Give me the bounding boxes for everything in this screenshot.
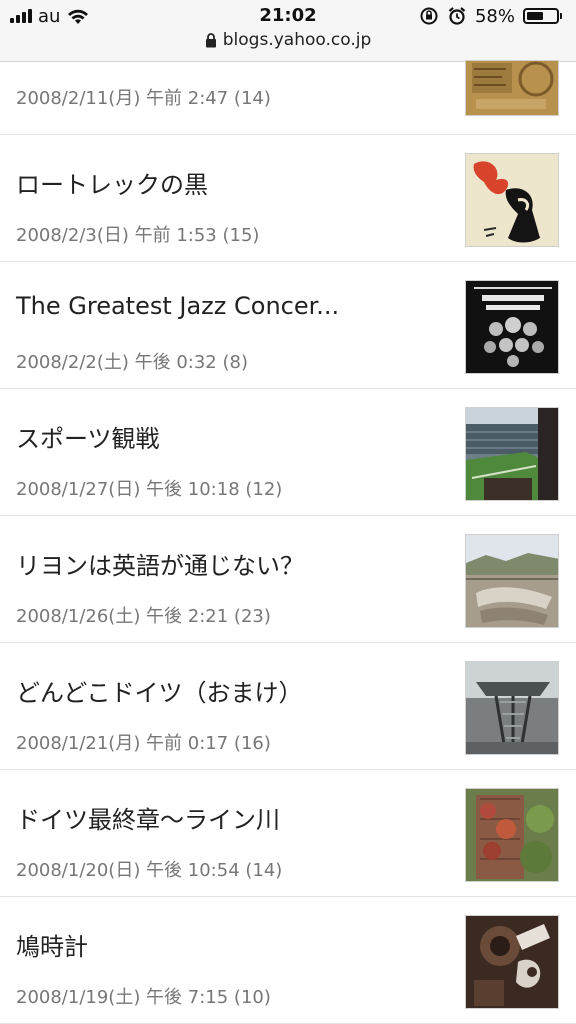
blog-post-list: 2008/2/11(月) 午前 2:47 (14) ロートレックの黒 2008/… [0, 60, 576, 1024]
lock-icon [205, 32, 216, 47]
list-item[interactable]: The Greatest Jazz Concer... 2008/2/2(土) … [0, 262, 576, 389]
list-item[interactable]: ドイツ最終章〜ライン川 2008/1/20(日) 午後 10:54 (14) [0, 770, 576, 897]
post-title: スポーツ観戦 [16, 425, 160, 453]
address-bar[interactable]: blogs.yahoo.co.jp [0, 30, 576, 50]
battery-icon [523, 8, 562, 24]
post-meta: 2008/2/11(月) 午前 2:47 (14) [16, 88, 271, 109]
battery-level [527, 12, 543, 20]
list-item[interactable]: 鳩時計 2008/1/19(土) 午後 7:15 (10) [0, 897, 576, 1024]
post-title: リヨンは英語が通じない？ [16, 552, 304, 580]
post-thumbnail[interactable] [465, 60, 559, 116]
post-meta: 2008/1/21(月) 午前 0:17 (16) [16, 733, 271, 754]
post-meta: 2008/1/19(土) 午後 7:15 (10) [16, 987, 271, 1008]
list-item[interactable]: リヨンは英語が通じない？ 2008/1/26(土) 午後 2:21 (23) [0, 516, 576, 643]
post-title: 鳩時計 [16, 933, 88, 961]
post-thumbnail[interactable] [465, 915, 559, 1009]
list-item[interactable]: 2008/2/11(月) 午前 2:47 (14) [0, 60, 576, 135]
url-text: blogs.yahoo.co.jp [222, 30, 372, 50]
post-title: ドイツ最終章〜ライン川 [16, 806, 280, 834]
post-thumbnail[interactable] [465, 788, 559, 882]
rotation-lock-icon [420, 7, 438, 25]
list-item[interactable]: スポーツ観戦 2008/1/27(日) 午後 10:18 (12) [0, 389, 576, 516]
post-thumbnail[interactable] [465, 407, 559, 501]
post-title: ロートレックの黒 [16, 171, 208, 199]
post-meta: 2008/1/27(日) 午後 10:18 (12) [16, 479, 283, 500]
post-meta: 2008/1/20(日) 午後 10:54 (14) [16, 860, 283, 881]
post-thumbnail[interactable] [465, 534, 559, 628]
post-meta: 2008/2/2(土) 午後 0:32 (8) [16, 352, 248, 373]
alarm-icon [448, 7, 466, 25]
battery-percent: 58% [474, 5, 515, 27]
post-meta: 2008/1/26(土) 午後 2:21 (23) [16, 606, 271, 627]
post-meta: 2008/2/3(日) 午前 1:53 (15) [16, 225, 260, 246]
list-item[interactable]: ロートレックの黒 2008/2/3(日) 午前 1:53 (15) [0, 135, 576, 262]
post-thumbnail[interactable] [465, 280, 559, 374]
status-bar: au 21:02 58% blogs.yahoo.co.jp [0, 0, 576, 62]
status-indicators: 58% [419, 5, 562, 27]
post-thumbnail[interactable] [465, 661, 559, 755]
post-title: The Greatest Jazz Concer... [16, 292, 340, 320]
list-item[interactable]: どんどこドイツ（おまけ） 2008/1/21(月) 午前 0:17 (16) [0, 643, 576, 770]
post-thumbnail[interactable] [465, 153, 559, 247]
post-title: どんどこドイツ（おまけ） [16, 679, 303, 707]
